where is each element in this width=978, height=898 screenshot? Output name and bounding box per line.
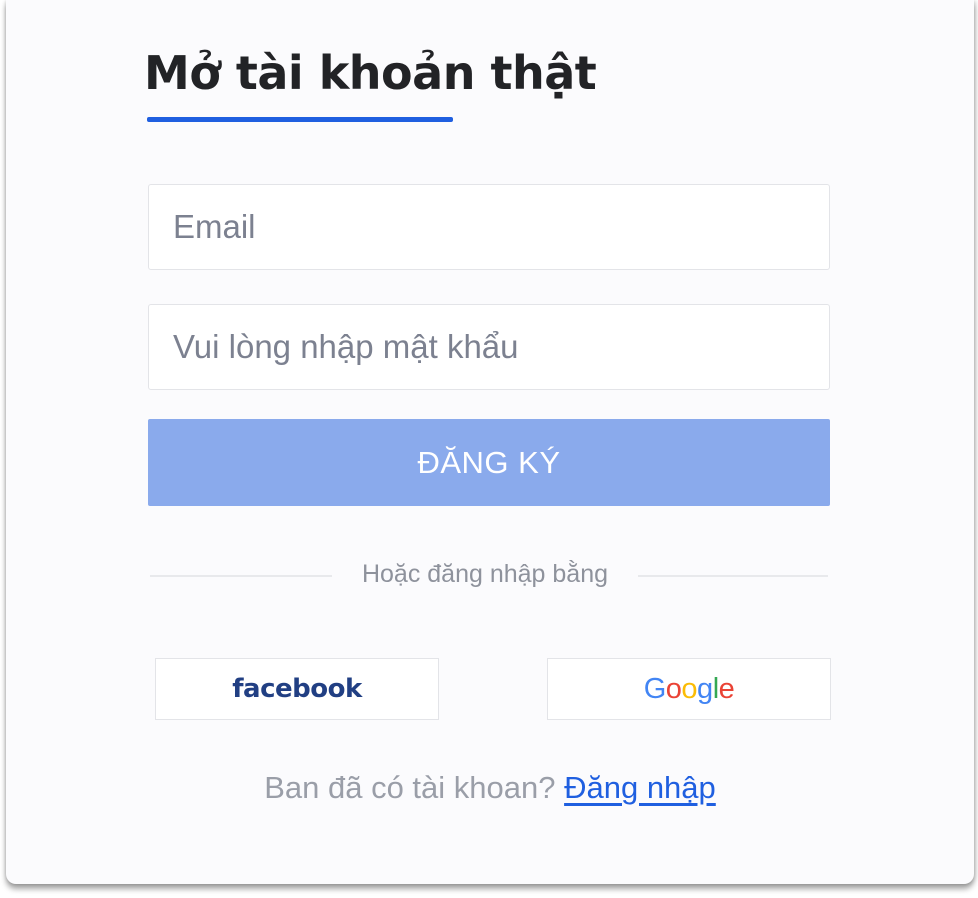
google-letter: e — [718, 672, 735, 705]
divider-text: Hoặc đăng nhập bằng — [361, 560, 609, 588]
google-letter: o — [681, 672, 698, 705]
title-underline — [147, 117, 453, 122]
page-title: Mở tài khoản thật — [144, 46, 597, 100]
google-login-button[interactable]: Google — [547, 658, 831, 720]
facebook-login-button[interactable]: facebook — [155, 658, 439, 720]
email-field[interactable] — [148, 184, 830, 270]
footer-question: Ban đã có tài khoan? — [264, 770, 565, 805]
divider-line-left — [150, 575, 332, 577]
google-logo: Google — [644, 673, 735, 706]
footer: Ban đã có tài khoan? Đăng nhập — [6, 770, 974, 806]
google-letter: G — [643, 672, 667, 705]
facebook-logo: facebook — [232, 674, 362, 704]
register-button[interactable]: ĐĂNG KÝ — [148, 419, 830, 506]
signup-card: Mở tài khoản thật ĐĂNG KÝ Hoặc đăng nhập… — [6, 0, 974, 884]
google-letter: g — [697, 672, 713, 705]
divider-line-right — [638, 575, 828, 577]
password-field[interactable] — [148, 304, 830, 390]
login-link[interactable]: Đăng nhập — [564, 770, 716, 805]
google-letter: o — [665, 672, 682, 705]
